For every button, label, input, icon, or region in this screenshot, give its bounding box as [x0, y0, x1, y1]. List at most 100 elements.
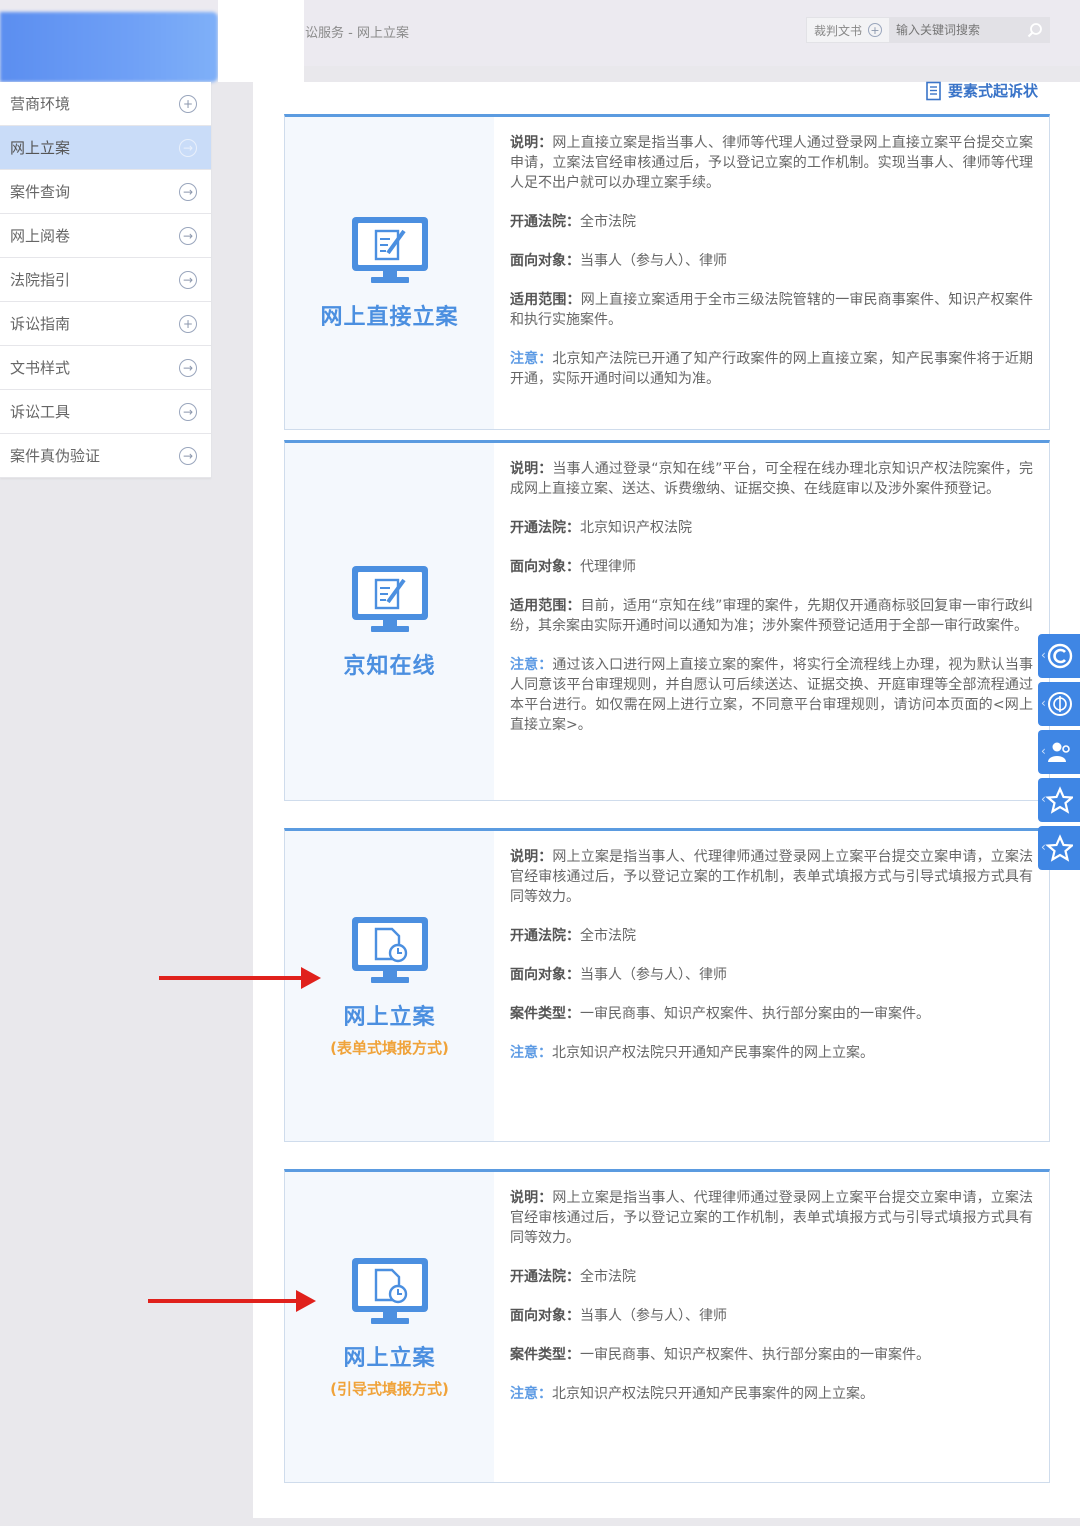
document-list-icon — [926, 81, 941, 100]
arrow-circle-icon: → — [179, 270, 197, 289]
search-bar: 裁判文书 + — [806, 17, 1050, 43]
court-paragraph: 开通法院：全市法院 — [510, 1269, 636, 1285]
arrow-circle-icon: → — [179, 402, 197, 421]
float-button-court[interactable]: ‹ — [1038, 682, 1080, 726]
plus-circle-icon: + — [868, 23, 882, 37]
sidebar-item-litigation-tools[interactable]: 诉讼工具 → — [0, 390, 211, 434]
sidebar-item-case-query[interactable]: 案件查询 → — [0, 170, 211, 214]
card-description: 说明：当事人通过登录“京知在线”平台，可全程在线办理北京知识产权法院案件，完成网… — [510, 459, 1033, 754]
chevron-left-icon: ‹ — [1041, 696, 1046, 710]
case-type-paragraph: 案件类型：一审民商事、知识产权案件、执行部分案由的一审案件。 — [510, 1347, 930, 1363]
sidebar-item-litigation-guide[interactable]: 诉讼指南 + — [0, 302, 211, 346]
copyright-icon — [1047, 643, 1073, 669]
card-description: 说明：网上立案是指当事人、代理律师通过登录网上立案平台提交立案申请，立案法官经审… — [510, 847, 1033, 1082]
clock-document-icon — [351, 1257, 428, 1324]
logo-background — [218, 0, 304, 82]
card-entry[interactable]: 网上直接立案 — [285, 117, 494, 429]
sidebar-item-label: 诉讼指南 — [10, 315, 71, 333]
description-paragraph: 说明：网上立案是指当事人、代理律师通过登录网上立案平台提交立案申请，立案法官经审… — [510, 849, 1034, 905]
card-subtitle: (引导式填报方式) — [330, 1379, 449, 1398]
edit-document-icon — [351, 565, 428, 632]
case-type-paragraph: 案件类型：一审民商事、知识产权案件、执行部分案由的一审案件。 — [510, 1006, 930, 1022]
card-online-filing-guided[interactable]: 网上立案 (引导式填报方式) 说明：网上立案是指当事人、代理律师通过登录网上立案… — [284, 1169, 1050, 1483]
sidebar-item-online-filing[interactable]: 网上立案 → — [0, 126, 211, 170]
audience-paragraph: 面向对象：当事人（参与人）、律师 — [510, 253, 727, 269]
float-button-people[interactable]: ‹ — [1038, 730, 1080, 774]
breadcrumb: 讼服务 - 网上立案 — [305, 26, 409, 41]
sidebar-item-online-file-review[interactable]: 网上阅卷 → — [0, 214, 211, 258]
audience-paragraph: 面向对象：代理律师 — [510, 559, 636, 575]
note-paragraph: 注意：北京知识产权法院只开通知产民事案件的网上立案。 — [510, 1386, 874, 1402]
chevron-left-icon: ‹ — [1041, 840, 1046, 854]
scope-paragraph: 适用范围：目前，适用“京知在线”审理的案件，先期仅开通商标驳回复审一审行政纠纷，… — [510, 598, 1033, 634]
court-paragraph: 开通法院：全市法院 — [510, 928, 636, 944]
card-jingzhi-online[interactable]: 京知在线 说明：当事人通过登录“京知在线”平台，可全程在线办理北京知识产权法院案… — [284, 440, 1050, 801]
card-entry[interactable]: 京知在线 — [285, 443, 494, 800]
description-paragraph: 说明：网上直接立案是指当事人、律师等代理人通过登录网上直接立案平台提交立案申请，… — [510, 135, 1034, 191]
sidebar-item-court-guide[interactable]: 法院指引 → — [0, 258, 211, 302]
star-icon — [1045, 834, 1073, 862]
card-online-direct-filing[interactable]: 网上直接立案 说明：网上直接立案是指当事人、律师等代理人通过登录网上直接立案平台… — [284, 114, 1050, 430]
search-icon — [1027, 23, 1042, 38]
card-online-filing-form[interactable]: 网上立案 (表单式填报方式) 说明：网上立案是指当事人、代理律师通过登录网上立案… — [284, 828, 1050, 1142]
float-button-copyright[interactable]: ‹ — [1038, 634, 1080, 678]
float-button-favorite-2[interactable]: ‹ — [1038, 826, 1080, 870]
sidebar-item-case-verification[interactable]: 案件真伪验证 → — [0, 434, 211, 478]
note-paragraph: 注意：北京知产法院已开通了知产行政案件的网上直接立案，知产民事案件将于近期开通，… — [510, 351, 1034, 387]
arrow-circle-icon: → — [179, 182, 197, 201]
audience-paragraph: 面向对象：当事人（参与人）、律师 — [510, 967, 727, 983]
note-paragraph: 注意：北京知识产权法院只开通知产民事案件的网上立案。 — [510, 1045, 874, 1061]
sidebar-item-label: 网上阅卷 — [10, 227, 71, 245]
description-paragraph: 说明：网上立案是指当事人、代理律师通过登录网上立案平台提交立案申请，立案法官经审… — [510, 1190, 1034, 1246]
sidebar-item-label: 诉讼工具 — [10, 403, 71, 421]
red-arrow-annotation — [148, 1290, 316, 1312]
people-icon — [1048, 742, 1070, 762]
note-paragraph: 注意：通过该入口进行网上直接立案的案件，将实行全流程线上办理，视为默认当事人同意… — [510, 657, 1034, 733]
scope-paragraph: 适用范围：网上直接立案适用于全市三级法院管辖的一审民商事案件、知识产权案件和执行… — [510, 292, 1034, 328]
sidebar-item-business-environment[interactable]: 营商环境 + — [0, 82, 211, 126]
red-arrow-annotation — [159, 967, 321, 989]
court-paragraph: 开通法院：北京知识产权法院 — [510, 520, 692, 536]
complaint-link-label: 要素式起诉状 — [948, 82, 1039, 100]
search-type-select[interactable]: 裁判文书 + — [806, 17, 890, 43]
star-icon — [1045, 786, 1073, 814]
card-subtitle: (表单式填报方式) — [330, 1038, 449, 1057]
arrow-circle-icon: → — [179, 446, 197, 465]
card-title: 网上直接立案 — [320, 305, 459, 330]
clock-document-icon — [351, 916, 428, 983]
arrow-circle-icon: → — [179, 138, 197, 157]
card-description: 说明：网上立案是指当事人、代理律师通过登录网上立案平台提交立案申请，立案法官经审… — [510, 1188, 1033, 1423]
court-paragraph: 开通法院：全市法院 — [510, 214, 636, 230]
chevron-left-icon: ‹ — [1041, 648, 1046, 662]
complaint-form-link[interactable]: 要素式起诉状 — [924, 80, 1038, 101]
sidebar-item-label: 文书样式 — [10, 359, 71, 377]
arrow-circle-icon: → — [179, 358, 197, 377]
arrow-circle-icon: → — [179, 226, 197, 245]
sidebar-item-label: 法院指引 — [10, 271, 71, 289]
search-input[interactable] — [890, 17, 1020, 43]
sidebar-item-label: 营商环境 — [10, 95, 71, 113]
chevron-left-icon: ‹ — [1041, 744, 1046, 758]
sidebar-item-document-templates[interactable]: 文书样式 → — [0, 346, 211, 390]
sidebar-item-label: 网上立案 — [10, 139, 71, 157]
edit-document-icon — [351, 217, 428, 283]
sidebar-item-label: 案件真伪验证 — [10, 447, 101, 465]
plus-circle-icon: + — [179, 314, 197, 333]
sidebar-item-label: 案件查询 — [10, 183, 71, 201]
audience-paragraph: 面向对象：当事人（参与人）、律师 — [510, 1308, 727, 1324]
court-emblem-icon — [1048, 692, 1072, 716]
card-description: 说明：网上直接立案是指当事人、律师等代理人通过登录网上直接立案平台提交立案申请，… — [510, 133, 1033, 408]
plus-circle-icon: + — [179, 94, 197, 113]
search-type-label: 裁判文书 — [813, 23, 862, 38]
float-button-favorite[interactable]: ‹ — [1038, 778, 1080, 822]
card-title: 网上立案 — [343, 1004, 436, 1030]
card-entry[interactable]: 网上立案 (引导式填报方式) — [285, 1172, 494, 1482]
description-paragraph: 说明：当事人通过登录“京知在线”平台，可全程在线办理北京知识产权法院案件，完成网… — [510, 461, 1033, 497]
card-title: 京知在线 — [343, 653, 436, 679]
site-logo[interactable] — [0, 12, 218, 82]
card-title: 网上立案 — [343, 1345, 436, 1371]
chevron-left-icon: ‹ — [1041, 792, 1046, 806]
floating-toolbar: ‹ ‹ ‹ ‹ ‹ — [1038, 634, 1080, 874]
sidebar: 营商环境 + 网上立案 → 案件查询 → 网上阅卷 → 法院指引 → 诉讼指南 … — [0, 82, 211, 478]
search-button[interactable] — [1020, 17, 1050, 43]
